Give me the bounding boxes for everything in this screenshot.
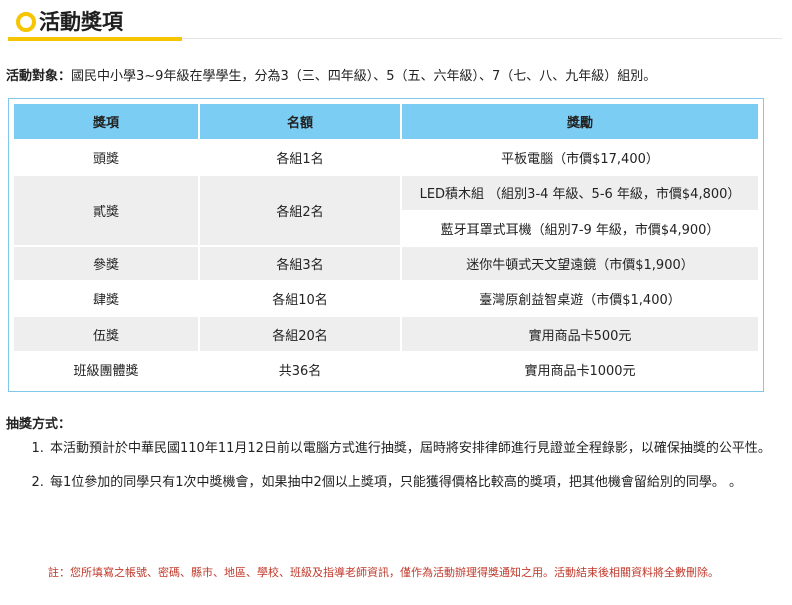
audience-label: 活動對象： [6, 69, 72, 84]
table-row: 頭獎 各組1名 平板電腦（市價$17,400） [14, 141, 758, 175]
section-title: 活動獎項 [39, 10, 123, 34]
reward-cell: 臺灣原創益智桌遊（市價$1,400） [402, 282, 758, 316]
quota-cell: 各組2名 [200, 176, 400, 245]
quota-cell: 各組10名 [200, 282, 400, 316]
prize-cell: 班級團體獎 [14, 352, 198, 386]
prize-table-frame: 獎項 名額 獎勵 頭獎 各組1名 平板電腦（市價$17,400） 貳獎 各組2名… [8, 98, 764, 392]
table-row: 班級團體獎 共36名 實用商品卡1000元 [14, 352, 758, 386]
table-row: 肆獎 各組10名 臺灣原創益智桌遊（市價$1,400） [14, 282, 758, 316]
quota-cell: 各組3名 [200, 246, 400, 281]
table-row: 貳獎 各組2名 LED積木組 （組別3-4 年級、5-6 年級，市價$4,800… [14, 176, 758, 245]
table-row: 伍獎 各組20名 實用商品卡500元 [14, 317, 758, 351]
reward-cell: 迷你牛頓式天文望遠鏡（市價$1,900） [402, 246, 758, 281]
reward-cell: LED積木組 （組別3-4 年級、5-6 年級，市價$4,800） [402, 176, 758, 210]
table-row: 參獎 各組3名 迷你牛頓式天文望遠鏡（市價$1,900） [14, 246, 758, 281]
header-accent-bar [8, 37, 182, 41]
prize-cell: 貳獎 [14, 176, 198, 245]
table-header-row: 獎項 名額 獎勵 [14, 104, 758, 139]
reward-cell: 實用商品卡1000元 [402, 352, 758, 386]
header-quota: 名額 [200, 104, 400, 139]
prize-cell: 頭獎 [14, 141, 198, 175]
prize-cell: 參獎 [14, 246, 198, 281]
rules-list: 本活動預計於中華民國110年11月12日前以電腦方式進行抽獎，屆時將安排律師進行… [30, 438, 788, 506]
quota-cell: 共36名 [200, 352, 400, 386]
method-title: 抽獎方式： [6, 417, 72, 432]
header-prize: 獎項 [14, 104, 198, 139]
quota-cell: 各組20名 [200, 317, 400, 351]
quota-cell: 各組1名 [200, 141, 400, 175]
list-item: 每1位參加的同學只有1次中獎機會，如果抽中2個以上獎項，只能獲得價格比較高的獎項… [48, 472, 788, 493]
section-header: 活動獎項 [0, 0, 792, 42]
reward-cell: 藍牙耳罩式耳機（組別7-9 年級，市價$4,900） [402, 211, 758, 245]
privacy-note: 註：您所填寫之帳號、密碼、縣市、地區、學校、班級及指導老師資訊，僅作為活動辦理得… [48, 566, 719, 579]
reward-cell: 實用商品卡500元 [402, 317, 758, 351]
list-item: 本活動預計於中華民國110年11月12日前以電腦方式進行抽獎，屆時將安排律師進行… [48, 438, 788, 459]
reward-cell: 平板電腦（市價$17,400） [402, 141, 758, 175]
header-reward: 獎勵 [402, 104, 758, 139]
prize-table: 獎項 名額 獎勵 頭獎 各組1名 平板電腦（市價$17,400） 貳獎 各組2名… [12, 102, 760, 388]
prize-cell: 伍獎 [14, 317, 198, 351]
audience-line: 活動對象：國民中小學3~9年級在學學生，分為3（三、四年級）、5（五、六年級）、… [6, 65, 656, 84]
prize-cell: 肆獎 [14, 282, 198, 316]
audience-text: 國民中小學3~9年級在學學生，分為3（三、四年級）、5（五、六年級）、7（七、八… [71, 69, 657, 84]
circle-bullet-icon [16, 12, 36, 32]
